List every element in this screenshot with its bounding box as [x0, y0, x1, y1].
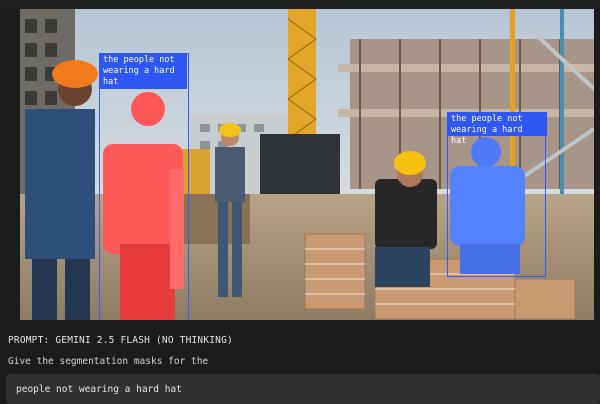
window-top-strip [0, 0, 600, 9]
prompt-instruction: Give the segmentation masks for the [8, 356, 209, 367]
detection-box-1 [99, 53, 189, 320]
segmentation-result-image: the people not wearing a hard hat the pe… [20, 9, 594, 320]
query-text: people not wearing a hard hat [16, 384, 182, 395]
prompt-header: PROMPT: GEMINI 2.5 FLASH (NO THINKING) [8, 335, 233, 346]
detection-label-1: the people not wearing a hard hat [99, 53, 187, 89]
detection-label-2: the people not wearing a hard hat [447, 112, 547, 146]
query-input[interactable]: people not wearing a hard hat [6, 374, 600, 404]
